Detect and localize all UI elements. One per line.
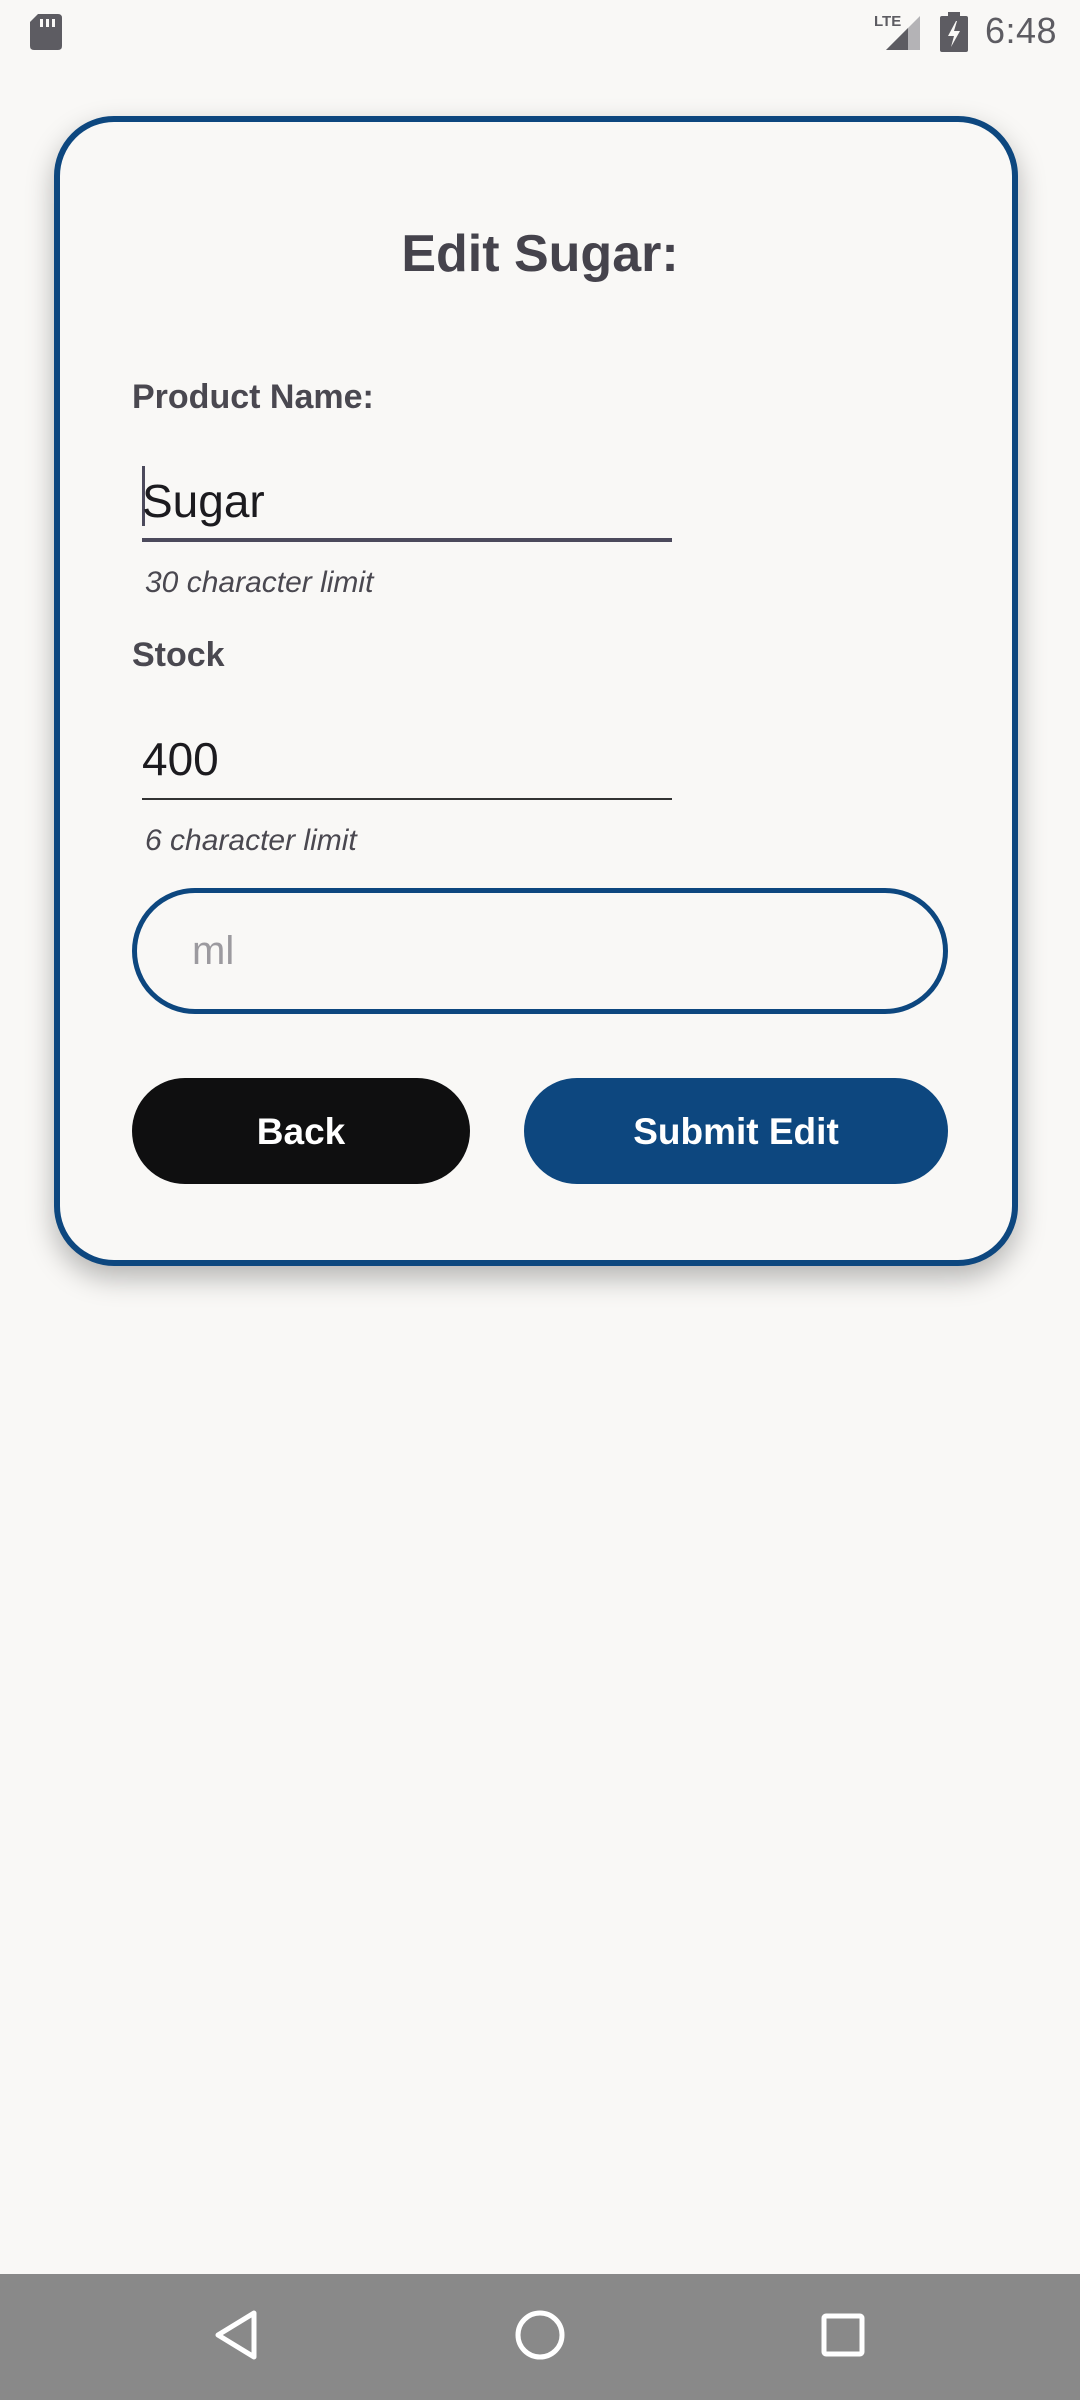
nav-back-button[interactable] [174, 2274, 300, 2400]
stock-helper: 6 character limit [145, 824, 357, 857]
sd-card-icon [30, 14, 62, 55]
back-button[interactable]: Back [132, 1078, 470, 1184]
nav-recents-button[interactable] [780, 2274, 906, 2400]
nav-home-button[interactable] [477, 2274, 603, 2400]
battery-charging-icon [938, 12, 970, 57]
navigation-bar [0, 2274, 1080, 2400]
status-time: 6:48 [985, 10, 1058, 51]
product-name-label: Product Name: [132, 378, 374, 416]
stock-label: Stock [132, 636, 225, 674]
product-name-helper: 30 character limit [145, 566, 374, 599]
stock-value: 400 [142, 733, 219, 785]
page-title: Edit Sugar: [401, 225, 679, 283]
unit-input[interactable] [132, 888, 948, 1014]
nav-home-icon [512, 2307, 568, 2368]
nav-recents-icon [818, 2310, 868, 2365]
product-name-underline [142, 538, 672, 542]
product-name-value: Sugar [142, 475, 265, 527]
status-bar: LTE 6:48 [0, 0, 1080, 64]
submit-edit-button[interactable]: Submit Edit [524, 1078, 948, 1184]
stock-underline [142, 798, 672, 800]
stock-field[interactable]: 400 [142, 720, 672, 800]
product-name-field[interactable]: Sugar [142, 462, 672, 542]
nav-back-icon [212, 2307, 262, 2368]
svg-text:LTE: LTE [874, 13, 901, 30]
lte-signal-icon: LTE [870, 10, 922, 59]
